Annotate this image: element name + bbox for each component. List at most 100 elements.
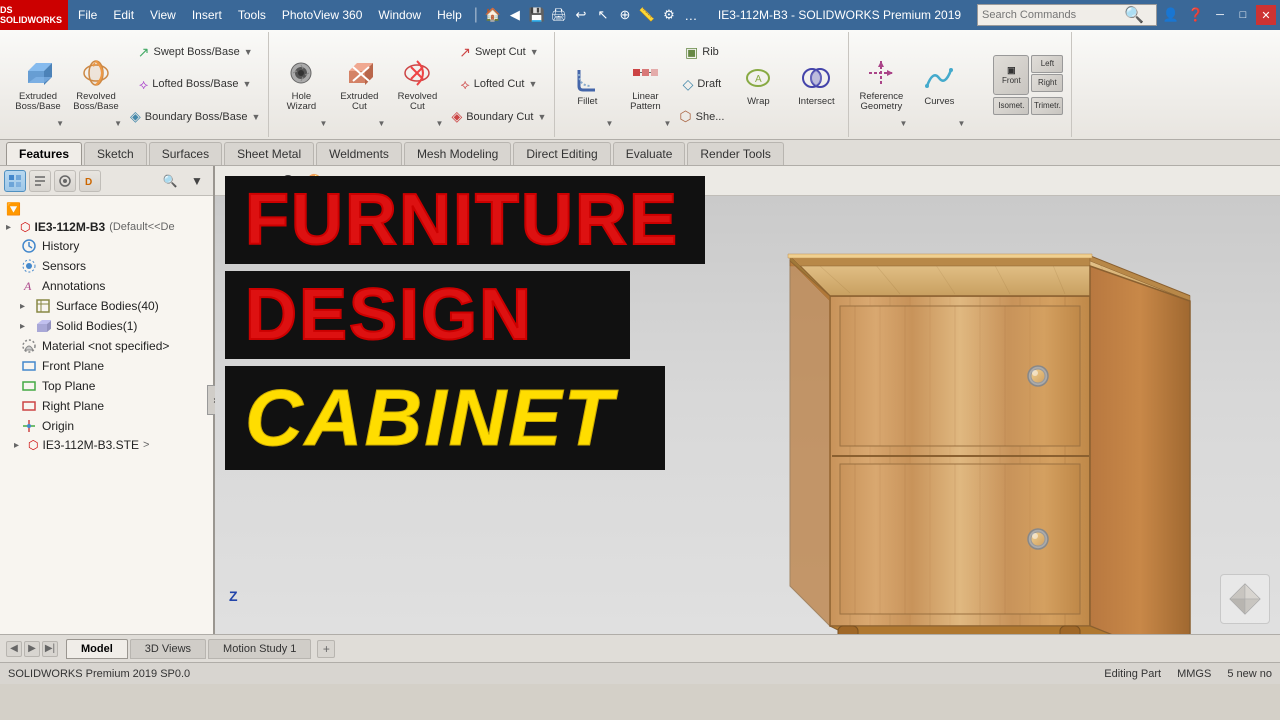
menu-tools[interactable]: Tools	[230, 0, 274, 30]
save-btn[interactable]: 💾	[526, 5, 548, 25]
extruded-boss-btn[interactable]: ExtrudedBoss/Base ▼	[10, 40, 66, 130]
dots-btn[interactable]: …	[680, 5, 702, 25]
nav-prev-btn[interactable]: ◀	[6, 641, 22, 657]
revolve-cut-arrow[interactable]: ▼	[436, 119, 444, 128]
hole-wizard-arrow[interactable]: ▼	[320, 119, 328, 128]
sidebar-search-btn[interactable]: 🔍	[158, 170, 182, 192]
print-btn[interactable]: 🖨	[548, 5, 570, 25]
search-bar[interactable]: 🔍	[977, 4, 1157, 26]
config-manager-btn[interactable]	[54, 170, 76, 192]
tab-sheet-metal[interactable]: Sheet Metal	[224, 142, 314, 165]
user-btn[interactable]: 👤	[1160, 5, 1182, 25]
boundary-boss-btn[interactable]: ◈ Boundary Boss/Base ▼	[126, 103, 264, 131]
swept-boss-btn[interactable]: ↗ Swept Boss/Base ▼	[126, 38, 264, 66]
menu-help[interactable]: Help	[429, 0, 470, 30]
tree-item-step[interactable]: ▸ ⬡ IE3-112M-B3.STE >	[0, 436, 213, 454]
view-trimetric-btn[interactable]: Trimetr.	[1031, 97, 1063, 115]
fillet-arrow[interactable]: ▼	[605, 119, 613, 128]
linear-pattern-btn[interactable]: LinearPattern ▼	[617, 40, 673, 130]
surface-bodies-expand[interactable]: ▸	[20, 301, 30, 312]
curves-arrow[interactable]: ▼	[957, 119, 965, 128]
measure-btn[interactable]: 📏	[636, 5, 658, 25]
tree-root-item[interactable]: ▸ ⬡ IE3-112M-B3 (Default<<De	[0, 218, 213, 236]
gear-btn[interactable]: ⚙	[658, 5, 680, 25]
wrap-btn[interactable]: A Wrap	[730, 40, 786, 130]
tab-sketch[interactable]: Sketch	[84, 142, 147, 165]
tab-3d-views[interactable]: 3D Views	[130, 639, 206, 659]
tree-item-history[interactable]: History	[0, 236, 213, 256]
tab-motion-study[interactable]: Motion Study 1	[208, 639, 311, 659]
reference-arrow[interactable]: ▼	[899, 119, 907, 128]
swept-cut-btn[interactable]: ↗ Swept Cut ▼	[447, 38, 550, 66]
dimxpert-btn[interactable]: D	[79, 170, 101, 192]
tree-item-surface-bodies[interactable]: ▸ Surface Bodies(40)	[0, 296, 213, 316]
tree-item-top-plane[interactable]: Top Plane	[0, 376, 213, 396]
boundary-cut-arrow[interactable]: ▼	[537, 112, 546, 122]
view-isometric-btn[interactable]: Isomet.	[993, 97, 1029, 115]
vp-appearance-btn[interactable]: 🎨	[305, 170, 327, 192]
vp-view-settings-btn[interactable]: ◉	[249, 170, 271, 192]
nav-next-btn[interactable]: ▶	[24, 641, 40, 657]
lofted-cut-btn[interactable]: ⟡ Lofted Cut ▼	[447, 70, 550, 98]
minimize-btn[interactable]: ─	[1210, 5, 1230, 25]
view-right-btn[interactable]: Right	[1031, 74, 1063, 92]
tree-item-solid-bodies[interactable]: ▸ Solid Bodies(1)	[0, 316, 213, 336]
vp-more-btn[interactable]: …	[361, 170, 383, 192]
extruded-cut-btn[interactable]: ExtrudedCut ▼	[331, 40, 387, 130]
target-btn[interactable]: ⊕	[614, 5, 636, 25]
lofted-cut-arrow[interactable]: ▼	[528, 79, 537, 89]
lofted-boss-btn[interactable]: ⟡ Lofted Boss/Base ▼	[126, 70, 264, 98]
property-manager-btn[interactable]	[29, 170, 51, 192]
tab-surfaces[interactable]: Surfaces	[149, 142, 222, 165]
lofted-boss-arrow[interactable]: ▼	[243, 79, 252, 89]
search-input[interactable]	[982, 9, 1122, 21]
tab-render-tools[interactable]: Render Tools	[687, 142, 784, 165]
menu-insert[interactable]: Insert	[184, 0, 230, 30]
tree-item-front-plane[interactable]: Front Plane	[0, 356, 213, 376]
cursor-btn[interactable]: ↖	[592, 5, 614, 25]
reference-btn[interactable]: ReferenceGeometry ▼	[853, 40, 909, 130]
tree-item-material[interactable]: Material <not specified>	[0, 336, 213, 356]
orientation-cube[interactable]	[1220, 574, 1270, 624]
menu-photoview[interactable]: PhotoView 360	[274, 0, 371, 30]
root-expand[interactable]: ▸	[6, 222, 16, 233]
menu-view[interactable]: View	[142, 0, 184, 30]
intersect-btn[interactable]: Intersect	[788, 40, 844, 130]
home-btn[interactable]: 🏠	[482, 5, 504, 25]
boundary-cut-btn[interactable]: ◈ Boundary Cut ▼	[447, 103, 550, 131]
tab-direct-editing[interactable]: Direct Editing	[513, 142, 610, 165]
extrude-cut-arrow[interactable]: ▼	[378, 119, 386, 128]
maximize-btn[interactable]: □	[1233, 5, 1253, 25]
tab-features[interactable]: Features	[6, 142, 82, 165]
undo-btn[interactable]: ↩	[570, 5, 592, 25]
extrude-dropdown[interactable]: ▼	[56, 119, 64, 128]
help-btn[interactable]: ❓	[1185, 5, 1207, 25]
step-expand[interactable]: ▸	[14, 440, 24, 451]
tree-item-right-plane[interactable]: Right Plane	[0, 396, 213, 416]
swept-cut-arrow[interactable]: ▼	[530, 47, 539, 57]
feature-tree-btn[interactable]	[4, 170, 26, 192]
boundary-boss-arrow[interactable]: ▼	[252, 112, 261, 122]
tab-model[interactable]: Model	[66, 639, 128, 659]
vp-hide-show-btn[interactable]: 👁	[277, 170, 299, 192]
linear-pattern-arrow[interactable]: ▼	[663, 119, 671, 128]
revolved-boss-btn[interactable]: RevolvedBoss/Base ▼	[68, 40, 124, 130]
menu-edit[interactable]: Edit	[105, 0, 142, 30]
tab-mesh-modeling[interactable]: Mesh Modeling	[404, 142, 511, 165]
tab-evaluate[interactable]: Evaluate	[613, 142, 686, 165]
tree-item-annotations[interactable]: A Annotations	[0, 276, 213, 296]
draft-btn[interactable]: ◇ Draft	[675, 70, 728, 98]
solid-bodies-expand[interactable]: ▸	[20, 321, 30, 332]
revolved-cut-btn[interactable]: RevolvedCut ▼	[389, 40, 445, 130]
tree-item-origin[interactable]: Origin	[0, 416, 213, 436]
view-left-btn[interactable]: Left	[1031, 55, 1063, 73]
revolve-dropdown[interactable]: ▼	[114, 119, 122, 128]
close-btn[interactable]: ✕	[1256, 5, 1276, 25]
rib-btn[interactable]: ▣ Rib	[675, 38, 728, 66]
shell-btn[interactable]: ⬡ She...	[675, 103, 728, 131]
add-tab-btn[interactable]: +	[317, 640, 335, 658]
menu-file[interactable]: File	[70, 0, 105, 30]
nav-end-btn[interactable]: ▶|	[42, 641, 58, 657]
hole-wizard-btn[interactable]: HoleWizard ▼	[273, 40, 329, 130]
tab-weldments[interactable]: Weldments	[316, 142, 402, 165]
